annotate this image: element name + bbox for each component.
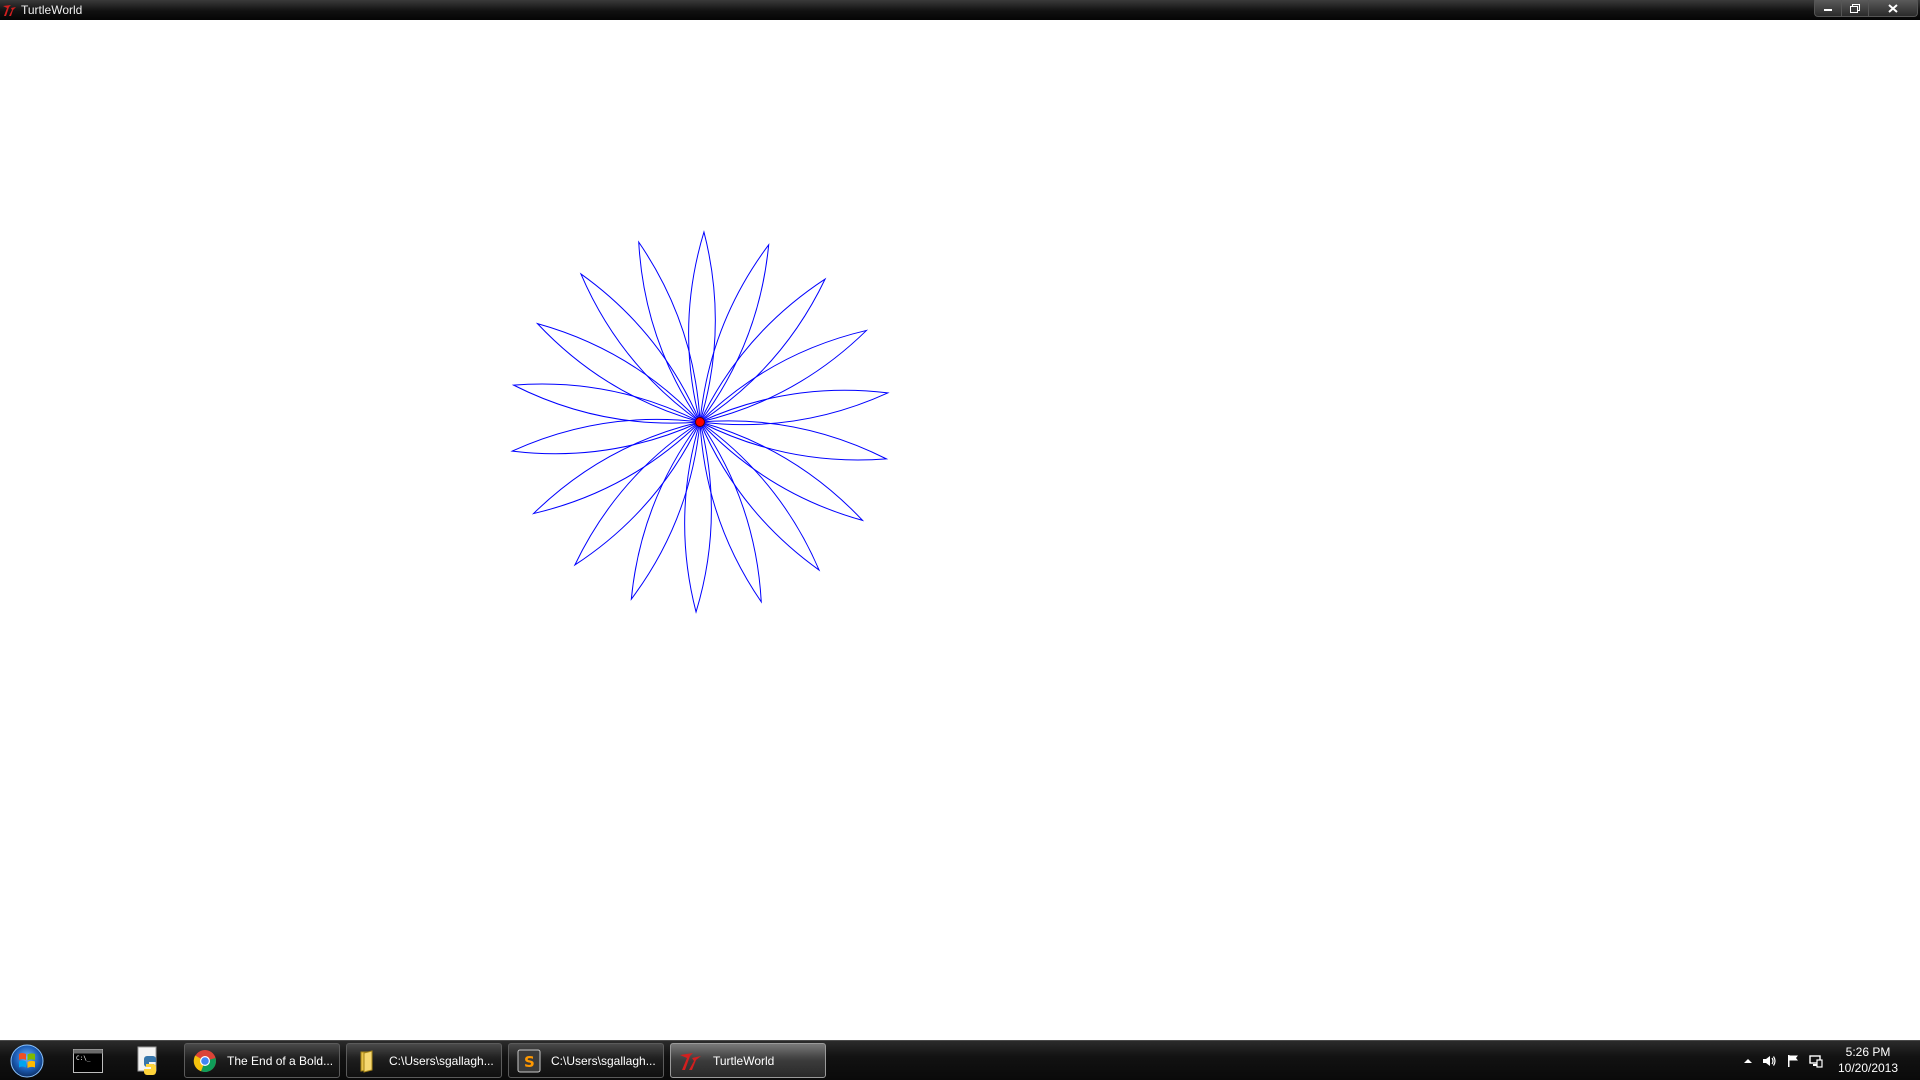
taskbar-button-label: C:\Users\sgallagh... [389, 1053, 494, 1068]
flower-petal [698, 420, 889, 461]
taskbar-button-label: The End of a Bold... [227, 1053, 334, 1068]
window-title: TurtleWorld [21, 3, 83, 17]
chrome-icon [193, 1049, 216, 1072]
flower-petal [638, 240, 701, 424]
pinned-python[interactable] [122, 1043, 178, 1079]
minimize-icon [1824, 9, 1832, 11]
flower-petal [511, 383, 702, 424]
command-prompt-icon: C:\_ [73, 1049, 103, 1073]
flower-petal [698, 421, 865, 522]
pinned-command-prompt[interactable]: C:\_ [60, 1043, 116, 1079]
svg-text:S: S [524, 1053, 535, 1071]
flower-petal [698, 329, 869, 423]
action-center-flag-icon[interactable] [1785, 1053, 1801, 1069]
flower-petal [630, 420, 701, 601]
flower-petal [531, 421, 702, 515]
sublime-text-icon: S [517, 1049, 541, 1072]
taskbar-button-sublime[interactable]: S C:\Users\sgallagh... [508, 1043, 664, 1078]
tk-feather-icon [680, 1052, 701, 1070]
turtle-canvas[interactable] [0, 20, 1920, 1040]
taskbar-button-label: C:\Users\sgallagh... [551, 1053, 656, 1068]
show-hidden-icons-icon[interactable] [1740, 1053, 1756, 1069]
restore-icon [1850, 3, 1860, 13]
flower-petal [699, 420, 762, 604]
network-icon[interactable] [1808, 1053, 1824, 1069]
flower-petal [535, 322, 702, 423]
clock-time: 5:26 PM [1845, 1045, 1891, 1059]
taskbar-button-turtleworld[interactable]: TurtleWorld [670, 1043, 826, 1078]
maximize-button[interactable] [1841, 0, 1869, 17]
flower-petal [510, 418, 702, 455]
close-button[interactable] [1868, 0, 1918, 17]
flower-petal [699, 243, 770, 424]
flower-petal [684, 420, 712, 614]
folder-icon [360, 1049, 373, 1073]
taskbar-button-explorer[interactable]: C:\Users\sgallagh... [346, 1043, 502, 1078]
taskbar: C:\_ The End of a Bold... C:\Users\sgall… [0, 1040, 1920, 1080]
taskbar-button-chrome[interactable]: The End of a Bold... [184, 1043, 340, 1078]
svg-text:C:\_: C:\_ [76, 1055, 91, 1062]
flower-drawing [510, 230, 890, 614]
turtle-marker [695, 417, 705, 427]
window-titlebar[interactable]: TurtleWorld [0, 0, 1920, 20]
taskbar-button-label: TurtleWorld [713, 1053, 775, 1068]
python-icon [137, 1046, 157, 1075]
flower-petal [698, 389, 890, 426]
flower-petal [688, 230, 716, 424]
close-icon [1888, 3, 1898, 13]
minimize-button[interactable] [1814, 0, 1842, 17]
system-clock[interactable]: 5:26 PM 10/20/2013 [1826, 1044, 1910, 1076]
tk-feather-icon [3, 5, 16, 16]
start-button[interactable] [6, 1043, 48, 1079]
clock-date: 10/20/2013 [1837, 1061, 1899, 1075]
volume-icon[interactable] [1761, 1053, 1777, 1069]
